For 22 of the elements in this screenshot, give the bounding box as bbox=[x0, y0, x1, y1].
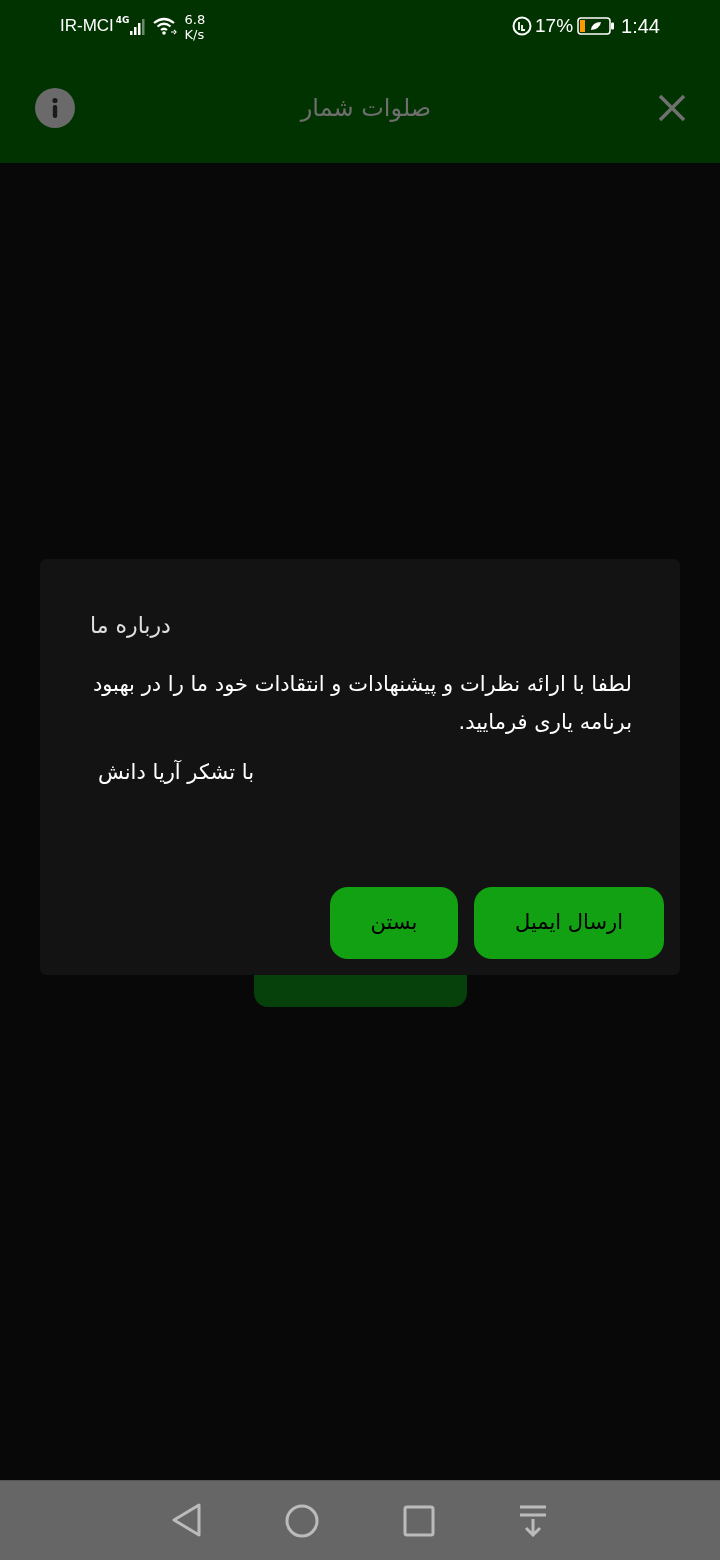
notification-pull-icon[interactable] bbox=[518, 1504, 549, 1537]
clock: 1:44 bbox=[621, 14, 660, 39]
network-type: 4G bbox=[115, 14, 130, 27]
recents-icon[interactable] bbox=[402, 1504, 435, 1537]
home-icon[interactable] bbox=[285, 1503, 320, 1538]
app-title: صلوات شمار bbox=[300, 92, 432, 124]
speed-value: 6.8 bbox=[184, 12, 206, 27]
send-email-button[interactable]: ارسال ایمیل bbox=[474, 887, 664, 959]
close-icon[interactable] bbox=[657, 92, 687, 123]
thanks-text: با تشکر آریا دانش bbox=[98, 759, 255, 786]
close-button[interactable]: بستن bbox=[330, 887, 458, 959]
speed-unit: K/s bbox=[184, 27, 206, 42]
dialog-title: درباره ما bbox=[90, 612, 171, 640]
data-saver-icon bbox=[512, 16, 533, 36]
carrier: IR-MCI bbox=[60, 15, 114, 38]
wifi-icon bbox=[152, 16, 179, 36]
info-icon[interactable] bbox=[35, 87, 75, 128]
back-icon[interactable] bbox=[171, 1502, 202, 1539]
signal-icon bbox=[130, 17, 147, 35]
battery-icon bbox=[577, 17, 616, 35]
dialog-message: لطفا با ارائه نظرات و پیشنهادات و انتقادات خود ما را در بهبود برنامه یاری فرمایید. bbox=[91, 671, 632, 736]
battery-percent: 17% bbox=[535, 13, 574, 38]
